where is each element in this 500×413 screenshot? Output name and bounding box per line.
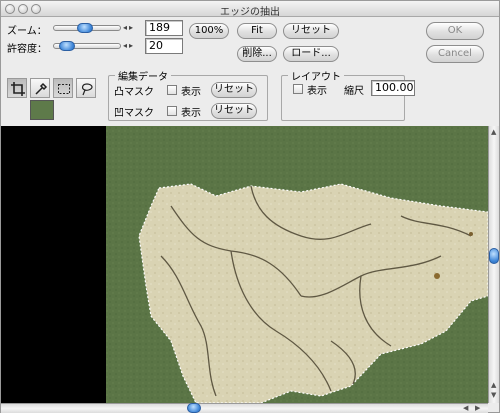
preview-canvas[interactable] xyxy=(1,126,488,403)
convex-mask-reset-button[interactable]: リセット xyxy=(211,82,257,98)
reset-button[interactable]: リセット xyxy=(283,23,339,39)
horizontal-scrollbar[interactable]: ◀ ▶ xyxy=(1,403,488,413)
layout-show-checkbox[interactable] xyxy=(293,84,303,94)
zoom-100-button[interactable]: 100% xyxy=(189,23,229,39)
scale-field[interactable]: 100.00 xyxy=(371,80,415,96)
crop-tool[interactable] xyxy=(7,78,27,98)
fit-button[interactable]: Fit xyxy=(237,23,277,39)
scroll-right-icon[interactable]: ▶ xyxy=(475,404,480,412)
crop-icon xyxy=(11,82,25,96)
tolerance-field[interactable]: 20 xyxy=(145,38,183,54)
extract-edge-dialog: エッジの抽出 ズーム： ◂▸ 189 許容度： ◂▸ 20 100% Fit リ… xyxy=(0,0,500,413)
scale-label: 縮尺 xyxy=(344,86,364,97)
lasso-tool[interactable] xyxy=(76,78,96,98)
tolerance-stepper-arrows[interactable]: ◂▸ xyxy=(123,41,135,50)
load-button[interactable]: ロード... xyxy=(283,46,339,62)
zoom-stepper-arrows[interactable]: ◂▸ xyxy=(123,23,135,32)
convex-mask-show-label: 表示 xyxy=(181,87,201,98)
convex-mask-label: 凸マスク xyxy=(114,87,154,98)
horizontal-scroll-thumb[interactable] xyxy=(187,403,201,413)
marquee-icon xyxy=(58,84,70,94)
concave-mask-show-checkbox[interactable] xyxy=(167,106,177,116)
delete-button[interactable]: 削除... xyxy=(237,46,277,62)
scroll-left-icon[interactable]: ◀ xyxy=(463,404,468,412)
layout-show-label: 表示 xyxy=(307,86,327,97)
cancel-button[interactable]: Cancel xyxy=(426,45,484,63)
vertical-scrollbar[interactable]: ▲ ▲ ▼ xyxy=(488,126,499,403)
eyedropper-tool[interactable] xyxy=(30,78,50,98)
concave-mask-reset-button[interactable]: リセット xyxy=(211,103,257,119)
tolerance-label: 許容度： xyxy=(7,44,47,55)
color-swatch[interactable] xyxy=(30,100,54,120)
scroll-down-icon[interactable]: ▼ xyxy=(491,391,496,399)
marquee-tool[interactable] xyxy=(53,78,73,98)
zoom-field[interactable]: 189 xyxy=(145,20,183,36)
concave-mask-label: 凹マスク xyxy=(114,108,154,119)
concave-mask-show-label: 表示 xyxy=(181,108,201,119)
tolerance-slider-thumb[interactable] xyxy=(59,41,75,51)
window-title: エッジの抽出 xyxy=(220,7,280,18)
zoom-slider-thumb[interactable] xyxy=(77,23,93,33)
eyedropper-icon xyxy=(35,82,48,95)
zoom-label: ズーム： xyxy=(7,26,47,37)
edit-data-title: 編集データ xyxy=(115,68,171,83)
preview-image xyxy=(106,126,488,403)
layout-title: レイアウト xyxy=(288,68,344,83)
title-bar: エッジの抽出 xyxy=(1,1,499,18)
ok-button[interactable]: OK xyxy=(426,22,484,40)
scroll-up-lower-icon[interactable]: ▲ xyxy=(491,381,496,389)
scroll-up-icon[interactable]: ▲ xyxy=(491,128,496,136)
convex-mask-show-checkbox[interactable] xyxy=(167,85,177,95)
lasso-icon xyxy=(81,83,93,96)
vertical-scroll-thumb[interactable] xyxy=(489,248,499,264)
